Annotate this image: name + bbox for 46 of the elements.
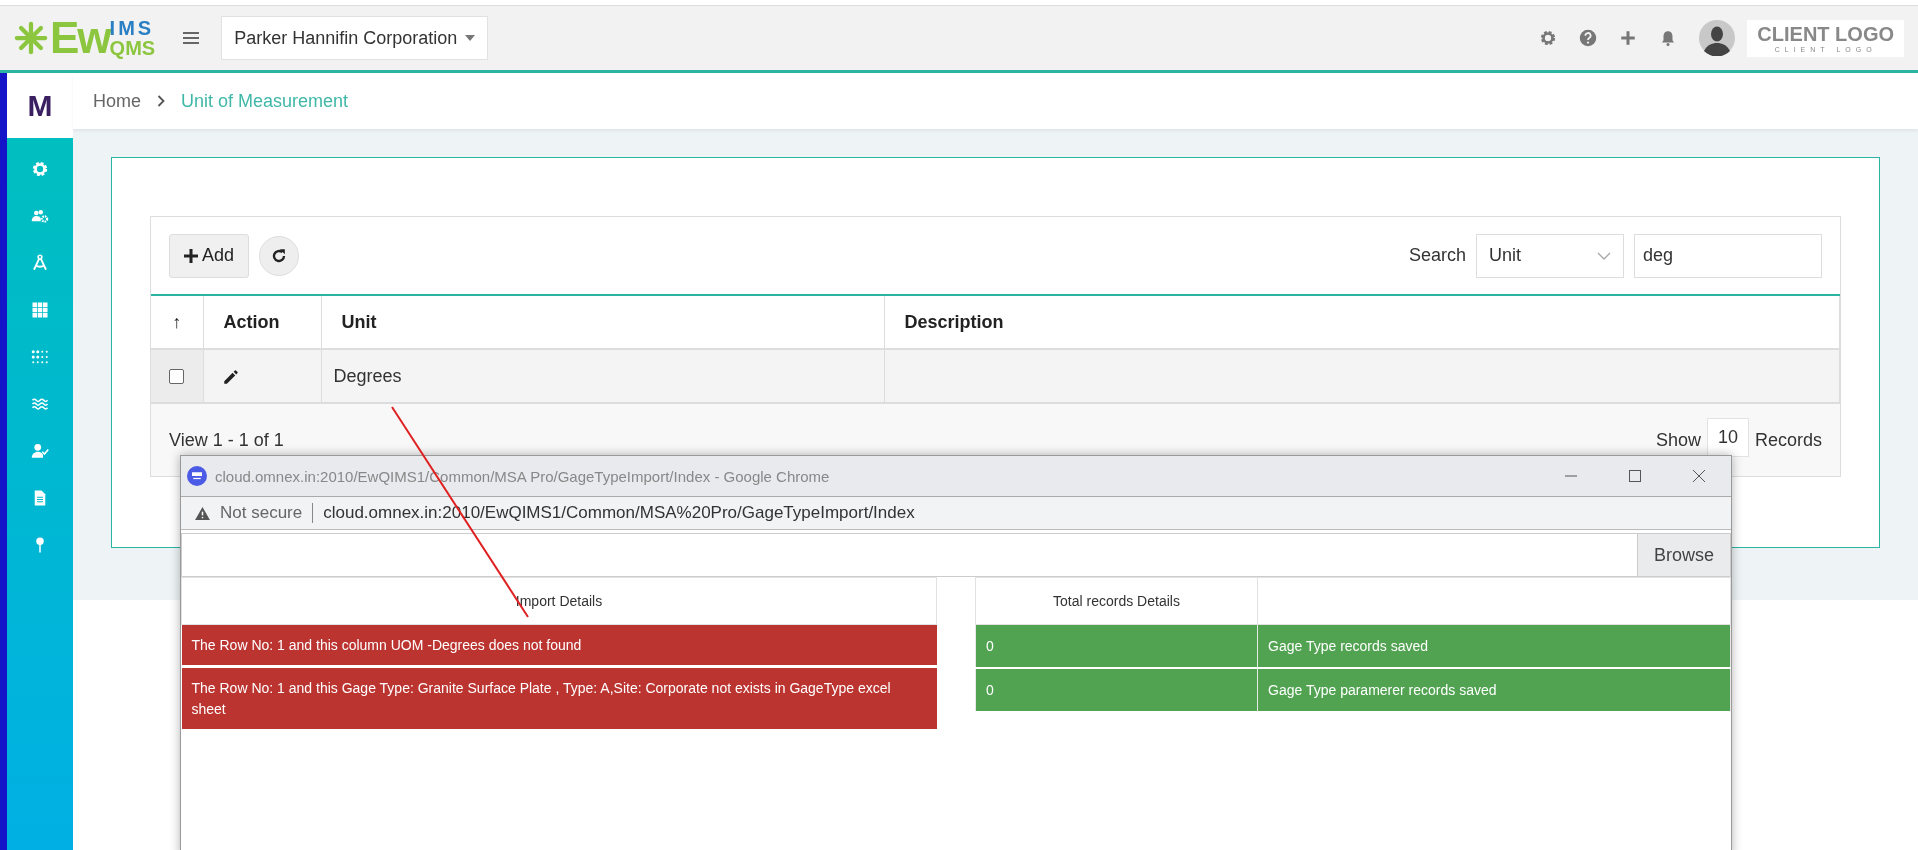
error-message: The Row No: 1 and this column UOM -Degrees does not found <box>181 624 937 667</box>
site-icon <box>187 466 207 486</box>
settings-icon[interactable] <box>31 160 49 178</box>
plus-icon <box>184 248 198 263</box>
search-column-select[interactable]: Unit <box>1476 233 1624 278</box>
security-label: Not secure <box>220 503 303 523</box>
breadcrumb-link[interactable]: Home <box>93 90 141 112</box>
table-cell: 0 <box>975 668 1258 712</box>
user-avatar[interactable] <box>1699 20 1736 56</box>
users-gear-icon[interactable] <box>31 207 49 225</box>
waves-icon[interactable] <box>31 395 49 413</box>
settings-icon[interactable] <box>1539 29 1558 47</box>
chevron-down-icon <box>1597 251 1611 260</box>
help-icon[interactable] <box>1579 29 1598 47</box>
maximize-icon[interactable] <box>1628 469 1642 483</box>
plus-icon[interactable] <box>1619 29 1638 47</box>
search-field[interactable]: deg <box>1634 233 1822 278</box>
file-input-field[interactable]: Browse <box>181 533 1731 577</box>
column-header: Total records Details <box>975 577 1258 625</box>
search-label: Search <box>1408 245 1466 266</box>
table-cell: 0 <box>975 624 1258 668</box>
module-logo: M <box>27 88 53 123</box>
table-cell: Gage Type records saved <box>1257 624 1731 668</box>
edit-icon[interactable] <box>221 367 240 386</box>
column-header: Import Details <box>181 577 937 625</box>
compass-icon[interactable] <box>31 254 49 272</box>
company-select[interactable]: Parker Hannifin Corporation <box>221 16 489 60</box>
user-check-icon[interactable] <box>31 442 49 460</box>
table-cell: Gage Type paramerer records saved <box>1257 668 1731 712</box>
row-checkbox[interactable] <box>169 369 185 385</box>
pager-info: View 1 - 1 of 1 <box>169 429 284 451</box>
caret-icon <box>465 35 476 41</box>
table-cell: Degrees <box>321 349 884 403</box>
dots-grid-icon[interactable] <box>31 348 49 366</box>
show-label: Show <box>1655 429 1701 451</box>
close-icon[interactable] <box>1692 469 1706 483</box>
grid-icon[interactable] <box>31 301 49 319</box>
chevron-icon <box>157 95 165 107</box>
records-label: Records <box>1754 429 1822 451</box>
breadcrumb-current: Unit of Measurement <box>181 90 349 112</box>
warning-icon <box>195 506 210 520</box>
add-button[interactable]: Add <box>169 233 250 278</box>
page-size-field[interactable]: 10 <box>1706 417 1749 457</box>
menu-icon[interactable] <box>183 31 200 45</box>
browse-button[interactable]: Browse <box>1637 534 1730 576</box>
error-message: The Row No: 1 and this Gage Type: Granite Surface Plate , Type: A,Site: Corporate not exists in GageType excel sheet <box>181 666 937 731</box>
